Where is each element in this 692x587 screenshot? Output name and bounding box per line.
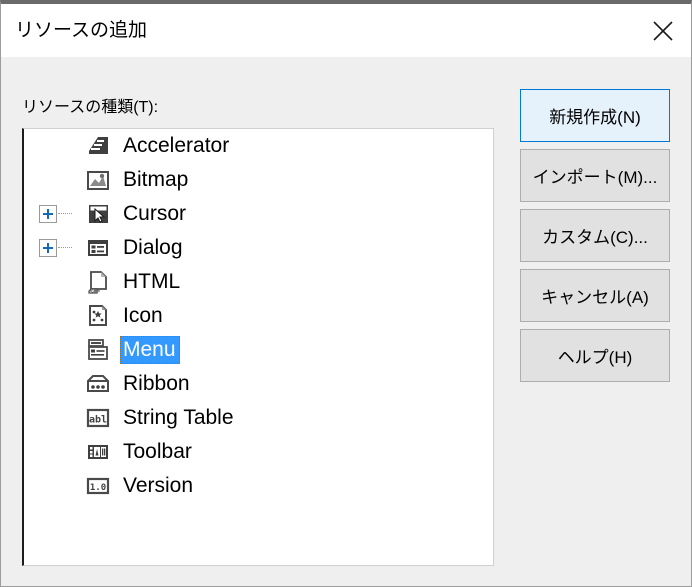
add-resource-dialog: リソースの追加 リソースの種類(T): Accelerator Bitmap Cur…	[0, 0, 692, 587]
tree-item-menu[interactable]: Menu	[24, 333, 493, 367]
tree-item-label: Menu	[120, 336, 180, 364]
tree-item-label: Ribbon	[123, 372, 190, 395]
toolbar-icon	[85, 439, 111, 465]
ribbon-icon	[85, 371, 111, 397]
tree-item-ribbon[interactable]: Ribbon	[24, 367, 493, 401]
tree-item-string-table[interactable]: abl String Table	[24, 401, 493, 435]
tree-item-label: Version	[123, 474, 194, 497]
tree-item-label: Dialog	[123, 236, 183, 259]
tree-item-version[interactable]: 1.0 Version	[24, 469, 493, 503]
close-button[interactable]	[635, 4, 691, 57]
dialog-button-1[interactable]: インポート(M)...	[520, 149, 670, 202]
tree-item-label: Accelerator	[123, 134, 230, 157]
tree-item-label: Icon	[123, 304, 163, 327]
tree-connector-line	[58, 213, 72, 215]
expand-plus-icon[interactable]	[39, 239, 57, 257]
icon-icon	[85, 303, 111, 329]
tree-item-icon[interactable]: Icon	[24, 299, 493, 333]
accelerator-icon	[85, 133, 111, 159]
dialog-button-2[interactable]: カスタム(C)...	[520, 209, 670, 262]
title-bar: リソースの追加	[1, 4, 691, 57]
tree-item-cursor[interactable]: Cursor	[24, 197, 493, 231]
tree-item-label: Cursor	[123, 202, 187, 225]
svg-text:<#>: <#>	[90, 288, 101, 295]
cursor-icon	[85, 201, 111, 227]
dialog-button-4[interactable]: ヘルプ(H)	[520, 329, 670, 382]
tree-item-html[interactable]: <#> HTML	[24, 265, 493, 299]
resource-type-listbox[interactable]: Accelerator Bitmap Cursor Dialog <#> HTML Icon…	[22, 128, 494, 566]
tree-item-label: Toolbar	[123, 440, 192, 463]
string-table-icon: abl	[85, 405, 111, 431]
tree-connector-line	[58, 247, 72, 249]
dialog-button-3[interactable]: キャンセル(A)	[520, 269, 670, 322]
tree-item-label: Bitmap	[123, 168, 189, 191]
dialog-icon	[85, 235, 111, 261]
tree-item-label: HTML	[123, 270, 181, 293]
tree-item-bitmap[interactable]: Bitmap	[24, 163, 493, 197]
button-column: 新規作成(N) インポート(M)... カスタム(C)... キャンセル(A) ヘルプ(…	[520, 89, 670, 389]
window-title: リソースの追加	[15, 20, 148, 41]
svg-text:1.0: 1.0	[90, 483, 106, 493]
dialog-button-0[interactable]: 新規作成(N)	[520, 89, 670, 142]
version-icon: 1.0	[85, 473, 111, 499]
dialog-body: リソースの種類(T): Accelerator Bitmap Cursor Dialo…	[1, 57, 691, 586]
tree-item-toolbar[interactable]: Toolbar	[24, 435, 493, 469]
resource-type-label: リソースの種類(T):	[22, 99, 159, 116]
menu-icon	[85, 337, 111, 363]
html-icon: <#>	[85, 269, 111, 295]
bitmap-icon	[85, 167, 111, 193]
close-icon	[651, 19, 675, 43]
tree-item-dialog[interactable]: Dialog	[24, 231, 493, 265]
svg-text:abl: abl	[89, 415, 107, 426]
expand-plus-icon[interactable]	[39, 205, 57, 223]
tree-item-accelerator[interactable]: Accelerator	[24, 129, 493, 163]
tree-item-label: String Table	[123, 406, 234, 429]
